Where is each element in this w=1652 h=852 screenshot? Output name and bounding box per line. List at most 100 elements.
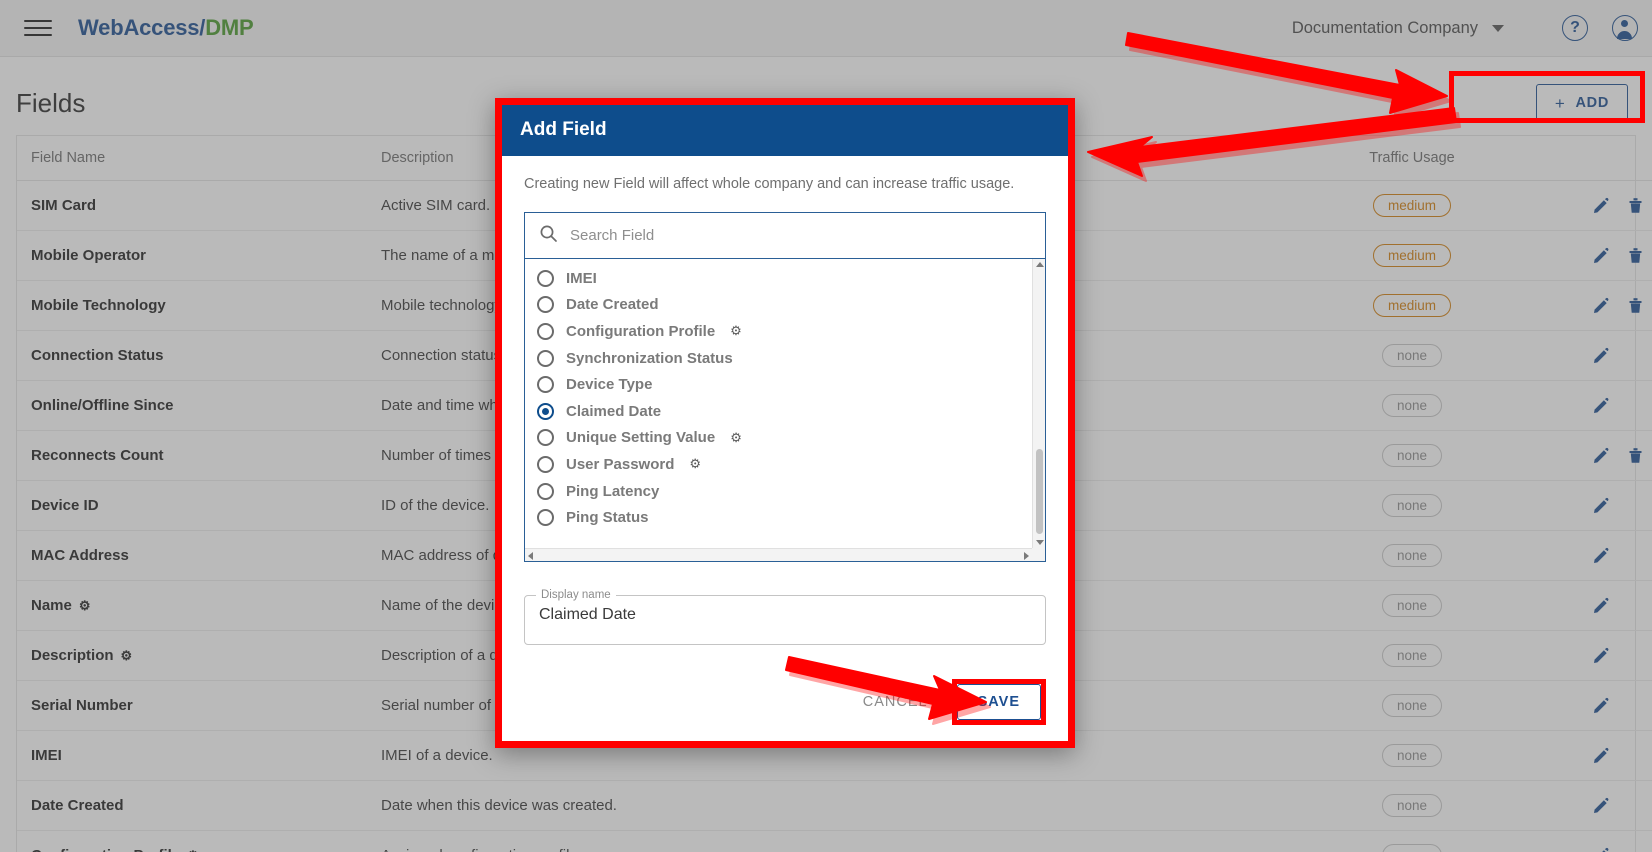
- field-option-item[interactable]: Device Type: [531, 371, 1032, 398]
- cell-traffic-usage: medium: [1297, 281, 1527, 331]
- dialog-actions: CANCEL SAVE: [502, 645, 1068, 745]
- gear-icon: ⚙: [730, 323, 742, 339]
- scroll-up-arrow-icon[interactable]: [1036, 262, 1044, 267]
- field-option-item[interactable]: Claimed Date: [531, 398, 1032, 425]
- traffic-usage-badge: medium: [1373, 244, 1451, 267]
- field-option-item[interactable]: Ping Latency: [531, 478, 1032, 505]
- field-option-item[interactable]: Date Created: [531, 292, 1032, 319]
- cell-traffic-usage: none: [1297, 331, 1527, 381]
- cell-actions: [1527, 681, 1652, 731]
- save-button[interactable]: SAVE: [957, 684, 1041, 720]
- column-header-field-name[interactable]: Field Name: [17, 136, 367, 181]
- actions-spacer: [1628, 647, 1643, 664]
- scroll-down-arrow-icon[interactable]: [1036, 540, 1044, 545]
- edit-pencil-icon[interactable]: [1593, 197, 1610, 214]
- delete-trash-icon[interactable]: [1628, 197, 1643, 214]
- cell-field-name: Device ID: [17, 481, 367, 531]
- edit-pencil-icon[interactable]: [1593, 597, 1610, 614]
- edit-pencil-icon[interactable]: [1593, 847, 1610, 852]
- radio-button-icon[interactable]: [537, 296, 554, 313]
- field-option-item[interactable]: Ping Status: [531, 504, 1032, 531]
- gear-icon: ⚙: [79, 598, 91, 613]
- table-row[interactable]: Date CreatedDate when this device was cr…: [17, 781, 1652, 831]
- column-header-traffic-usage[interactable]: Traffic Usage: [1297, 136, 1527, 181]
- chevron-down-icon[interactable]: [1492, 25, 1504, 32]
- radio-button-icon[interactable]: [537, 483, 554, 500]
- cell-actions: [1527, 281, 1652, 331]
- cell-traffic-usage: none: [1297, 681, 1527, 731]
- field-option-label: Date Created: [566, 296, 659, 313]
- actions-spacer: [1628, 597, 1643, 614]
- field-option-item[interactable]: Synchronization Status: [531, 345, 1032, 372]
- vertical-scrollbar-thumb[interactable]: [1036, 449, 1043, 534]
- delete-trash-icon[interactable]: [1628, 297, 1643, 314]
- scroll-left-arrow-icon[interactable]: [528, 552, 533, 560]
- search-icon: [539, 224, 558, 248]
- edit-pencil-icon[interactable]: [1593, 547, 1610, 564]
- delete-trash-icon[interactable]: [1628, 447, 1643, 464]
- radio-button-icon[interactable]: [537, 429, 554, 446]
- field-option-item[interactable]: IMEI: [531, 265, 1032, 292]
- field-option-label: IMEI: [566, 270, 597, 287]
- display-name-field[interactable]: Display name Claimed Date: [524, 589, 1046, 645]
- company-selector-label[interactable]: Documentation Company: [1292, 19, 1478, 38]
- radio-button-icon[interactable]: [537, 403, 554, 420]
- radio-button-icon[interactable]: [537, 270, 554, 287]
- actions-spacer: [1628, 847, 1643, 852]
- table-row[interactable]: Configuration Profile⚙Assigned configura…: [17, 831, 1652, 852]
- save-button-highlight: SAVE: [952, 679, 1046, 725]
- cell-traffic-usage: none: [1297, 581, 1527, 631]
- field-option-item[interactable]: User Password⚙: [531, 451, 1032, 478]
- traffic-usage-badge: none: [1382, 694, 1442, 717]
- cell-traffic-usage: none: [1297, 481, 1527, 531]
- delete-trash-icon[interactable]: [1628, 247, 1643, 264]
- cell-traffic-usage: none: [1297, 531, 1527, 581]
- edit-pencil-icon[interactable]: [1593, 247, 1610, 264]
- horizontal-scrollbar[interactable]: [525, 548, 1032, 561]
- cell-field-name: MAC Address: [17, 531, 367, 581]
- traffic-usage-badge: none: [1382, 844, 1442, 852]
- gear-icon: ⚙: [187, 848, 199, 852]
- brand-logo[interactable]: WebAccess/DMP: [78, 15, 254, 41]
- cell-actions: [1527, 781, 1652, 831]
- radio-button-icon[interactable]: [537, 350, 554, 367]
- field-option-item[interactable]: Unique Setting Value⚙: [531, 425, 1032, 452]
- gear-icon: ⚙: [121, 648, 133, 663]
- brand-primary-text: WebAccess/: [78, 15, 205, 40]
- gear-icon: ⚙: [689, 456, 701, 472]
- cell-field-name: SIM Card: [17, 181, 367, 231]
- edit-pencil-icon[interactable]: [1593, 747, 1610, 764]
- avatar-body: [1617, 31, 1632, 39]
- vertical-scrollbar[interactable]: [1032, 259, 1045, 548]
- cell-field-name: Description⚙: [17, 631, 367, 681]
- edit-pencil-icon[interactable]: [1593, 497, 1610, 514]
- add-field-dialog: Add Field Creating new Field will affect…: [495, 98, 1075, 748]
- edit-pencil-icon[interactable]: [1593, 397, 1610, 414]
- edit-pencil-icon[interactable]: [1593, 347, 1610, 364]
- edit-pencil-icon[interactable]: [1593, 697, 1610, 714]
- help-icon[interactable]: ?: [1562, 15, 1588, 41]
- dialog-note: Creating new Field will affect whole com…: [524, 176, 1046, 192]
- column-header-actions: [1527, 136, 1652, 181]
- edit-pencil-icon[interactable]: [1593, 297, 1610, 314]
- edit-pencil-icon[interactable]: [1593, 647, 1610, 664]
- hamburger-icon[interactable]: [24, 17, 52, 39]
- search-field-container: [524, 212, 1046, 258]
- scrollbar-corner: [1032, 548, 1045, 561]
- radio-button-icon[interactable]: [537, 376, 554, 393]
- actions-spacer: [1628, 547, 1643, 564]
- radio-button-icon[interactable]: [537, 456, 554, 473]
- edit-pencil-icon[interactable]: [1593, 447, 1610, 464]
- radio-button-icon[interactable]: [537, 323, 554, 340]
- radio-button-icon[interactable]: [537, 509, 554, 526]
- cell-actions: [1527, 431, 1652, 481]
- cancel-button[interactable]: CANCEL: [849, 685, 942, 719]
- scroll-right-arrow-icon[interactable]: [1024, 552, 1029, 560]
- search-input[interactable]: [570, 227, 1031, 244]
- display-name-value[interactable]: Claimed Date: [539, 606, 636, 624]
- cell-traffic-usage: none: [1297, 631, 1527, 681]
- field-option-item[interactable]: Configuration Profile⚙: [531, 318, 1032, 345]
- account-icon[interactable]: [1612, 15, 1638, 41]
- edit-pencil-icon[interactable]: [1593, 797, 1610, 814]
- cell-traffic-usage: none: [1297, 381, 1527, 431]
